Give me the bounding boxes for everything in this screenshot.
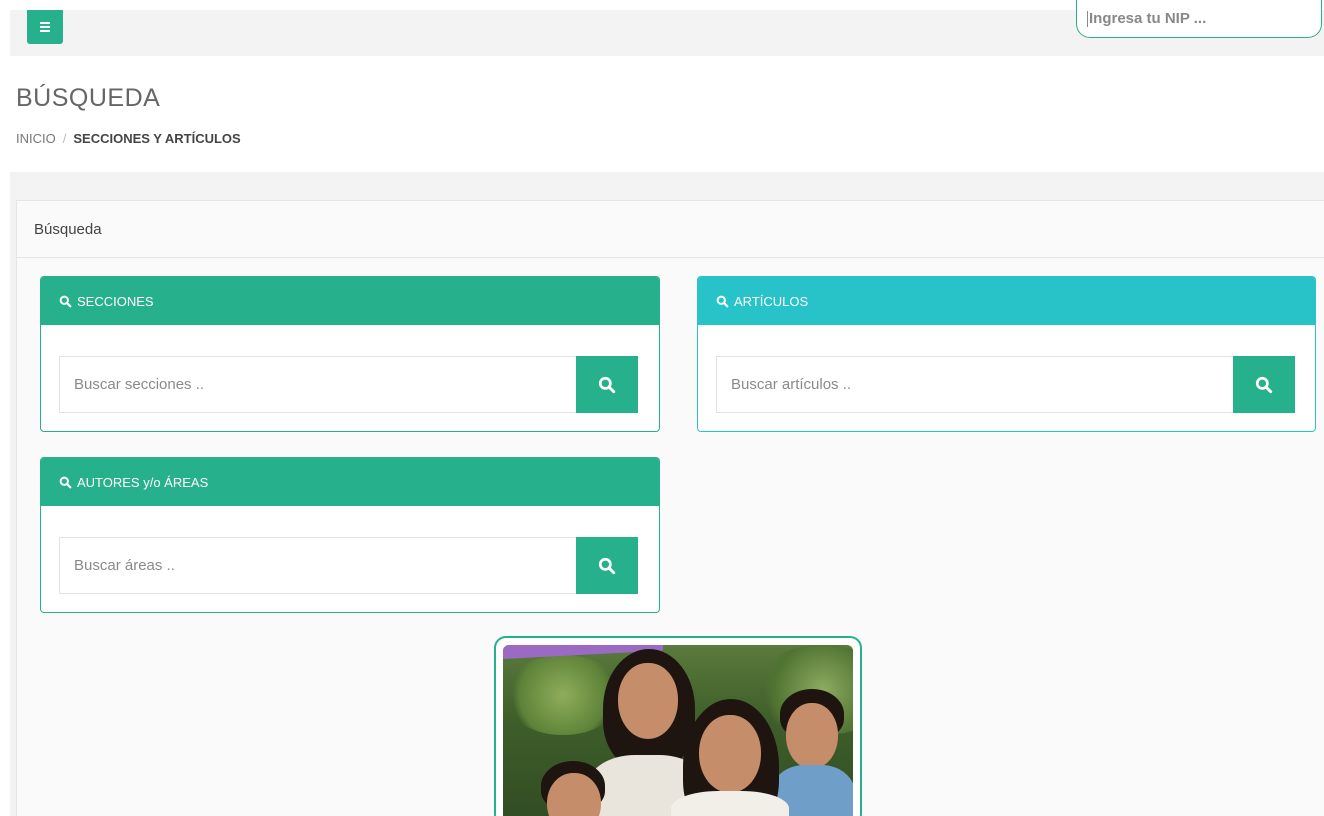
top-bar <box>10 0 1324 56</box>
autores-search-button[interactable] <box>576 537 638 594</box>
search-icon <box>598 557 616 574</box>
autores-search-input[interactable] <box>60 538 576 593</box>
secciones-heading: SECCIONES <box>77 293 154 309</box>
nip-field-wrapper <box>1076 0 1322 38</box>
promo-card[interactable] <box>494 636 862 816</box>
articulos-header: ARTÍCULOS <box>698 277 1315 325</box>
search-icon <box>59 295 72 307</box>
family-photo <box>503 645 853 816</box>
search-icon <box>59 476 72 488</box>
articulos-search-row <box>716 356 1295 413</box>
articulos-search-input[interactable] <box>717 357 1233 412</box>
autores-search-row <box>59 537 638 594</box>
secciones-search-input[interactable] <box>60 357 576 412</box>
autores-header: AUTORES y/o ÁREAS <box>41 458 659 506</box>
secciones-search-box: SECCIONES <box>40 276 660 432</box>
autores-heading: AUTORES y/o ÁREAS <box>77 474 209 490</box>
menu-toggle-button[interactable] <box>27 10 63 44</box>
secciones-search-button[interactable] <box>576 356 638 413</box>
breadcrumb-current: SECCIONES Y ARTÍCULOS <box>73 131 241 146</box>
search-icon <box>716 295 729 307</box>
hamburger-icon <box>40 22 50 32</box>
breadcrumb-separator: / <box>62 131 67 146</box>
breadcrumb: INICIO / SECCIONES Y ARTÍCULOS <box>16 131 241 146</box>
nip-input[interactable] <box>1088 10 1311 27</box>
secciones-header: SECCIONES <box>41 277 659 325</box>
articulos-search-box: ARTÍCULOS <box>697 276 1316 432</box>
search-icon <box>1255 376 1273 393</box>
autores-search-box: AUTORES y/o ÁREAS <box>40 457 660 613</box>
search-icon <box>598 376 616 393</box>
breadcrumb-home-link[interactable]: INICIO <box>16 131 56 146</box>
secciones-search-row <box>59 356 638 413</box>
articulos-heading: ARTÍCULOS <box>734 293 809 309</box>
panel-title: Búsqueda <box>17 201 1324 258</box>
articulos-search-button[interactable] <box>1233 356 1295 413</box>
text-cursor <box>1087 10 1088 27</box>
page-title: BÚSQUEDA <box>16 84 161 112</box>
